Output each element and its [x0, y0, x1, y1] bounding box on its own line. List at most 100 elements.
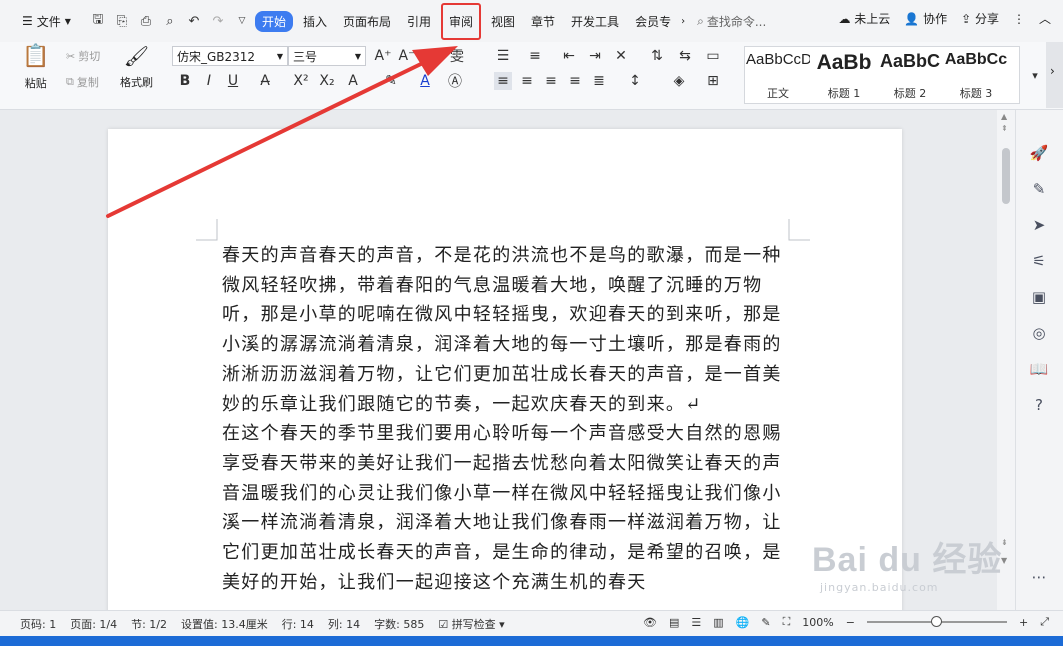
cursor-icon[interactable]: ➤ — [1028, 214, 1050, 236]
distribute-icon[interactable]: ≣ — [590, 72, 608, 90]
align-center-icon[interactable]: ≡ — [518, 72, 536, 90]
page-view-icon[interactable]: ▤ — [669, 616, 679, 629]
share-button[interactable]: ⇪ 分享 — [961, 10, 999, 27]
undo-icon[interactable]: ↶ — [183, 10, 205, 32]
status-position[interactable]: 设置值: 13.4厘米 — [181, 616, 268, 632]
more-icon[interactable]: ⋯ — [1028, 566, 1050, 588]
character-border-icon[interactable]: Ⓐ — [446, 72, 464, 90]
zoom-level[interactable]: 100% — [802, 616, 833, 629]
line-spacing-icon[interactable]: ↕ — [626, 72, 644, 90]
collapse-ribbon-icon[interactable]: ︿ — [1039, 10, 1051, 27]
web-view-icon[interactable]: 🌐 — [736, 616, 750, 629]
status-line[interactable]: 行: 14 — [282, 616, 314, 632]
outline-view-icon[interactable]: ☰ — [691, 616, 701, 629]
print-icon[interactable]: ⎙ — [135, 10, 157, 32]
text-effect-icon[interactable]: A — [344, 72, 362, 90]
grow-font-icon[interactable]: A⁺ — [374, 47, 392, 65]
superscript-icon[interactable]: X² — [292, 72, 310, 90]
tab-references[interactable]: 引用 — [401, 10, 437, 33]
ruler-icon[interactable]: ▭ — [704, 47, 722, 65]
numbered-list-icon[interactable]: ≡ — [526, 47, 544, 65]
underline-icon[interactable]: U — [224, 72, 242, 90]
decrease-indent-icon[interactable]: ⇤ — [560, 47, 578, 65]
phonetic-guide-icon[interactable]: 雯 — [448, 47, 466, 65]
status-page-number[interactable]: 页码: 1 — [20, 616, 56, 632]
ribbon-scroll-right[interactable]: › — [1046, 42, 1063, 108]
zoom-out-icon[interactable]: − — [846, 616, 855, 629]
tab-review[interactable]: 审阅 — [441, 2, 482, 40]
font-color-icon[interactable]: A — [416, 72, 434, 90]
status-word-count[interactable]: 字数: 585 — [374, 616, 424, 632]
shrink-font-icon[interactable]: A⁻ — [398, 47, 416, 65]
show-marks-icon[interactable]: ⇆ — [676, 47, 694, 65]
style-heading-2[interactable]: AaBbC 标题 2 — [877, 47, 943, 103]
paste-button[interactable]: 📋 粘贴 — [22, 44, 49, 91]
page-up-icon[interactable]: ⇞ — [1001, 124, 1008, 133]
collaborate-button[interactable]: 👤 协作 — [904, 10, 947, 27]
italic-icon[interactable]: I — [200, 72, 218, 90]
tab-view[interactable]: 视图 — [485, 10, 521, 33]
style-normal[interactable]: AaBbCcDd 正文 — [745, 47, 811, 103]
redo-icon[interactable]: ↷ — [207, 10, 229, 32]
pen-icon[interactable]: ✎ — [1028, 178, 1050, 200]
search-input[interactable]: 查找命令... — [707, 13, 766, 30]
export-pdf-icon[interactable]: ⎘ — [111, 10, 133, 32]
image-tool-icon[interactable]: ▣ — [1028, 286, 1050, 308]
shading-icon[interactable]: ◈ — [670, 72, 688, 90]
sliders-icon[interactable]: ⚟ — [1028, 250, 1050, 272]
zoom-slider[interactable] — [866, 616, 1007, 627]
status-column[interactable]: 列: 14 — [328, 616, 360, 632]
bold-icon[interactable]: B — [176, 72, 194, 90]
subscript-icon[interactable]: X₂ — [318, 72, 336, 90]
tab-scroll-right-icon[interactable]: › — [681, 16, 685, 27]
paragraph[interactable]: 在这个春天的季节里我们要用心聆听每一个声音感受大自然的恩赐享受春天带来的美好让我… — [222, 419, 788, 597]
highlight-icon[interactable]: ✎ — [382, 72, 400, 90]
spell-check-button[interactable]: ☑ 拼写检查 ▾ — [438, 616, 504, 632]
command-search[interactable]: ⌕ 查找命令... — [697, 13, 766, 30]
file-menu[interactable]: ☰ 文件 ▼ — [22, 13, 71, 30]
eye-protection-icon[interactable]: 👁 — [643, 616, 657, 629]
status-section[interactable]: 节: 1/2 — [131, 616, 167, 632]
style-heading-1[interactable]: AaBb 标题 1 — [811, 47, 877, 103]
book-icon[interactable]: 📖 — [1028, 358, 1050, 380]
tab-insert[interactable]: 插入 — [297, 10, 333, 33]
clear-format-icon[interactable]: ⌫ — [421, 47, 441, 65]
save-icon[interactable]: 🖫 — [87, 10, 109, 32]
help-icon[interactable]: ? — [1028, 394, 1050, 416]
cloud-status-button[interactable]: ☁ 未上云 — [838, 10, 890, 27]
copy-button[interactable]: ⧉ 复制 — [66, 74, 99, 90]
borders-icon[interactable]: ⊞ — [704, 72, 722, 90]
document-page[interactable]: 春天的声音春天的声音，不是花的洪流也不是鸟的歌瀑，而是一种微风轻轻吹拂，带着春阳… — [108, 129, 902, 610]
style-heading-3[interactable]: AaBbCc 标题 3 — [943, 47, 1009, 103]
strikethrough-icon[interactable]: A̶ — [256, 72, 274, 90]
tab-page-layout[interactable]: 页面布局 — [337, 10, 397, 33]
scrollbar-thumb[interactable] — [1002, 148, 1010, 204]
print-preview-icon[interactable]: ⌕ — [159, 10, 181, 32]
write-mode-icon[interactable]: ✎ — [761, 616, 770, 629]
fit-page-icon[interactable]: ⛶ — [783, 615, 791, 629]
fullscreen-icon[interactable]: ⤢ — [1040, 615, 1049, 629]
justify-icon[interactable]: ≡ — [566, 72, 584, 90]
chinese-layout-icon[interactable]: ✕ — [612, 47, 630, 65]
scroll-up-icon[interactable]: ▲ — [1001, 112, 1007, 121]
align-right-icon[interactable]: ≡ — [542, 72, 560, 90]
styles-expand-icon[interactable]: ▾ — [1026, 66, 1044, 84]
font-size-select[interactable]: 三号 ▼ — [288, 46, 366, 66]
customize-dropdown-icon[interactable]: ▽ — [231, 10, 253, 32]
more-icon[interactable]: ⋮ — [1013, 12, 1025, 26]
zoom-slider-knob[interactable] — [930, 616, 942, 627]
paragraph[interactable]: 春天的声音春天的声音，不是花的洪流也不是鸟的歌瀑，而是一种微风轻轻吹拂，带着春阳… — [222, 241, 788, 419]
format-painter-button[interactable]: 🖌 格式刷 — [120, 44, 153, 90]
font-name-select[interactable]: 仿宋_GB2312 ▼ — [172, 46, 288, 66]
zoom-in-icon[interactable]: + — [1019, 616, 1028, 629]
status-pages[interactable]: 页面: 1/4 — [70, 616, 117, 632]
align-left-icon[interactable]: ≡ — [494, 72, 512, 90]
tab-sections[interactable]: 章节 — [525, 10, 561, 33]
tab-member[interactable]: 会员专 — [629, 10, 677, 33]
bullet-list-icon[interactable]: ☰ — [494, 47, 512, 65]
tab-home[interactable]: 开始 — [254, 10, 293, 32]
document-body[interactable]: 春天的声音春天的声音，不是花的洪流也不是鸟的歌瀑，而是一种微风轻轻吹拂，带着春阳… — [222, 241, 788, 597]
increase-indent-icon[interactable]: ⇥ — [586, 47, 604, 65]
cut-button[interactable]: ✂ 剪切 — [66, 48, 100, 64]
compass-icon[interactable]: ◎ — [1028, 322, 1050, 344]
